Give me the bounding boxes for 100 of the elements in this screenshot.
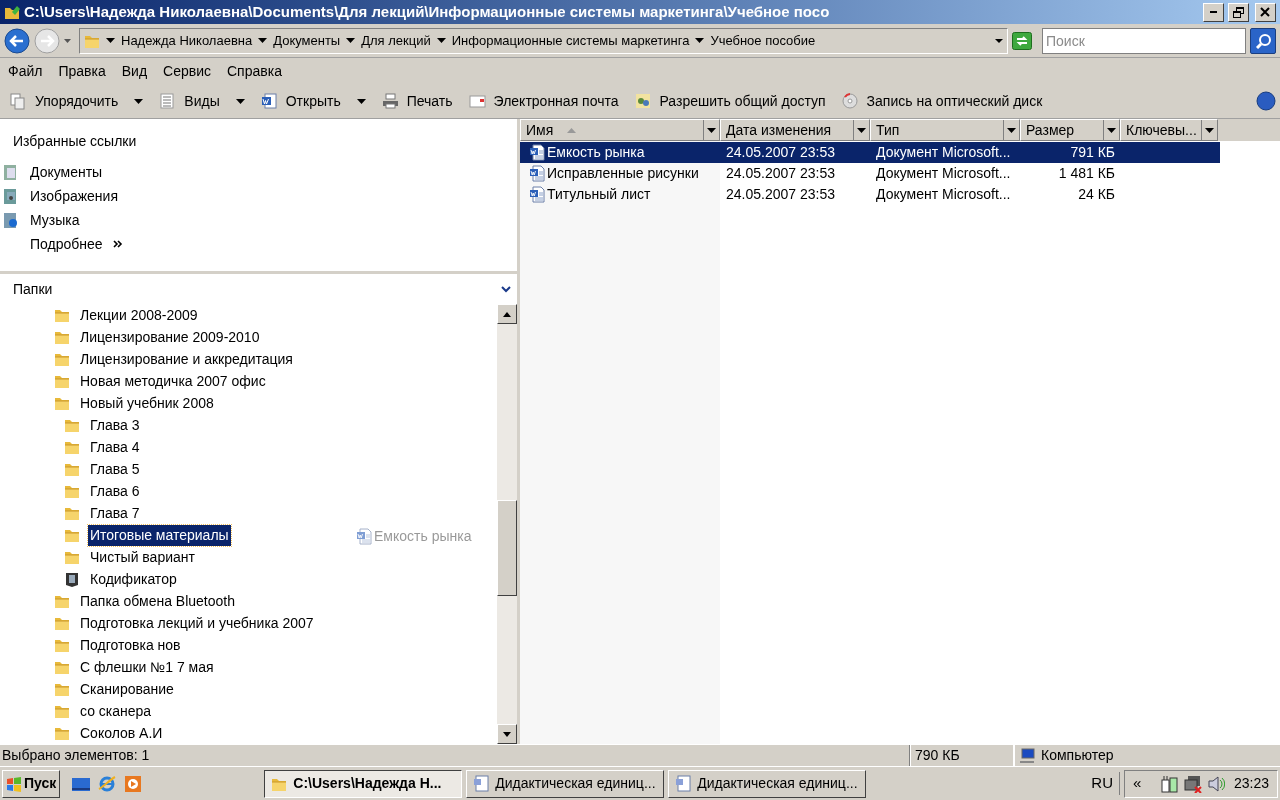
caret-icon[interactable]: [707, 127, 716, 133]
file-row[interactable]: Исправленные рисунки 24.05.2007 23:53 Документ Microsoft... 1 481 КБ: [520, 163, 1220, 184]
toolbar-button[interactable]: Виды: [153, 87, 226, 115]
caret-icon[interactable]: [1205, 127, 1214, 133]
scrollbar[interactable]: [497, 304, 517, 744]
language-indicator[interactable]: RU: [1091, 772, 1120, 795]
scroll-down-icon[interactable]: [503, 731, 511, 737]
tree-item[interactable]: Новый учебник 2008: [78, 392, 216, 414]
tree-item[interactable]: С флешки №1 7 мая: [78, 656, 216, 678]
tree-item[interactable]: Лицензирование и аккредитация: [78, 348, 295, 370]
separator-caret-icon[interactable]: [436, 38, 446, 43]
tree-item[interactable]: со сканера: [78, 700, 154, 722]
tree-item[interactable]: Сканирование: [78, 678, 176, 700]
tree-item[interactable]: Глава 3: [88, 414, 142, 436]
folder-icon: [64, 483, 80, 499]
menu-item[interactable]: Справка: [223, 60, 286, 82]
tree-item[interactable]: Итоговые материалы: [88, 524, 231, 546]
breadcrumb-link[interactable]: Для лекций: [361, 30, 431, 51]
favorite-link[interactable]: Музыка: [0, 208, 517, 232]
tree-item[interactable]: Лекции 2008-2009: [78, 304, 200, 326]
tree-item[interactable]: Подготовка лекций и учебника 2007: [78, 612, 316, 634]
scroll-thumb[interactable]: [497, 500, 517, 596]
taskbar-button[interactable]: Дидактическая единиц...: [466, 769, 665, 798]
dropdown-caret-icon[interactable]: [356, 98, 366, 104]
folder-icon: [54, 593, 70, 609]
scroll-up-icon[interactable]: [503, 311, 511, 317]
breadcrumb-link[interactable]: Учебное пособие: [710, 30, 816, 51]
tree-item[interactable]: Глава 4: [88, 436, 142, 458]
refresh-icon[interactable]: [1012, 31, 1032, 50]
power-icon[interactable]: [1161, 774, 1179, 793]
address-field[interactable]: Надежда Николаевна Документы Для лекций Информационные системы маркетинга Учебное пособие: [79, 27, 1008, 54]
caret-icon[interactable]: [857, 127, 866, 133]
separator-caret-icon[interactable]: [258, 38, 268, 43]
folder-icon: [64, 439, 80, 455]
help-icon[interactable]: [1256, 91, 1276, 111]
column-header[interactable]: Тип: [870, 119, 1020, 141]
drag-label: Емкость рынка: [374, 527, 472, 546]
file-row[interactable]: Титульный лист 24.05.2007 23:53 Документ Microsoft... 24 КБ: [520, 184, 1220, 205]
tree-item[interactable]: Глава 5: [88, 458, 142, 480]
clock[interactable]: 23:23: [1233, 773, 1269, 794]
section-heading: Избранные ссылки: [12, 132, 138, 151]
minimize-button[interactable]: [1203, 2, 1224, 22]
browser-icon[interactable]: [98, 774, 117, 793]
menu-item[interactable]: Сервис: [159, 60, 215, 82]
media-player-icon[interactable]: [124, 774, 143, 793]
search-field[interactable]: Поиск: [1042, 27, 1246, 54]
breadcrumb-link[interactable]: Информационные системы маркетинга: [451, 30, 690, 51]
caret-icon[interactable]: [995, 38, 1003, 43]
document-icon: [675, 775, 692, 792]
tree-item[interactable]: Глава 7: [88, 502, 142, 524]
file-row[interactable]: Емкость рынка 24.05.2007 23:53 Документ Microsoft... 791 КБ: [520, 142, 1220, 163]
restore-button[interactable]: [1228, 2, 1249, 22]
back-icon[interactable]: [4, 27, 30, 54]
chevron-down-icon[interactable]: [501, 285, 511, 293]
favorite-link[interactable]: Документы: [0, 160, 517, 184]
dropdown-caret-icon[interactable]: [235, 98, 245, 104]
documents-library-icon: [3, 163, 18, 181]
tree-item[interactable]: Новая методичка 2007 офис: [78, 370, 268, 392]
taskbar-button[interactable]: Дидактическая единиц...: [668, 769, 867, 798]
column-header[interactable]: Дата изменения: [720, 119, 870, 141]
close-button[interactable]: [1255, 2, 1276, 22]
desktop-icon[interactable]: [72, 775, 91, 792]
tree-item[interactable]: Подготовка нов: [78, 634, 183, 656]
search-icon: [1255, 32, 1271, 49]
file-size: 791 КБ: [1070, 144, 1115, 160]
menu-item[interactable]: Вид: [117, 60, 152, 82]
toolbar-button[interactable]: Упорядочить: [4, 87, 125, 115]
toolbar-button[interactable]: Открыть: [254, 87, 347, 115]
tree-item[interactable]: Лицензирование 2009-2010: [78, 326, 262, 348]
favorite-link[interactable]: Изображения: [0, 184, 517, 208]
more-link[interactable]: Подробнее: [0, 232, 517, 256]
tree-item[interactable]: Папка обмена Bluetooth: [78, 590, 237, 612]
caret-icon[interactable]: [1007, 127, 1016, 133]
column-header[interactable]: Имя: [520, 119, 720, 141]
tree-item[interactable]: Соколов А.И: [78, 722, 165, 744]
toolbar-button[interactable]: Печать: [375, 87, 459, 115]
menu-item[interactable]: Правка: [54, 60, 110, 82]
tree-item[interactable]: Чистый вариант: [88, 546, 197, 568]
tray-expand-button[interactable]: «: [1133, 772, 1142, 795]
breadcrumb-link[interactable]: Надежда Николаевна: [121, 30, 253, 51]
toolbar-button[interactable]: Электронная почта: [462, 87, 625, 115]
caret-icon[interactable]: [1107, 127, 1116, 133]
tree-item[interactable]: Глава 6: [88, 480, 142, 502]
menu-item[interactable]: Файл: [4, 60, 47, 82]
separator-caret-icon[interactable]: [106, 38, 115, 43]
separator-caret-icon[interactable]: [346, 38, 356, 43]
column-header[interactable]: Размер: [1020, 119, 1120, 141]
tree-item[interactable]: Кодификатор: [88, 568, 179, 590]
column-header[interactable]: Ключевы...: [1120, 119, 1218, 141]
dropdown-caret-icon[interactable]: [134, 98, 144, 104]
toolbar-button[interactable]: Запись на оптический диск: [835, 87, 1049, 115]
network-error-icon[interactable]: [1184, 774, 1203, 793]
file-size: 24 КБ: [1078, 186, 1115, 202]
volume-icon[interactable]: [1208, 774, 1226, 793]
breadcrumb-link[interactable]: Документы: [273, 30, 341, 51]
start-button[interactable]: Пуск: [2, 769, 61, 798]
taskbar-button[interactable]: C:\Users\Надежда Н...: [264, 769, 463, 798]
toolbar-button[interactable]: Разрешить общий доступ: [628, 87, 832, 115]
search-button[interactable]: [1250, 27, 1276, 54]
separator-caret-icon[interactable]: [695, 38, 705, 43]
